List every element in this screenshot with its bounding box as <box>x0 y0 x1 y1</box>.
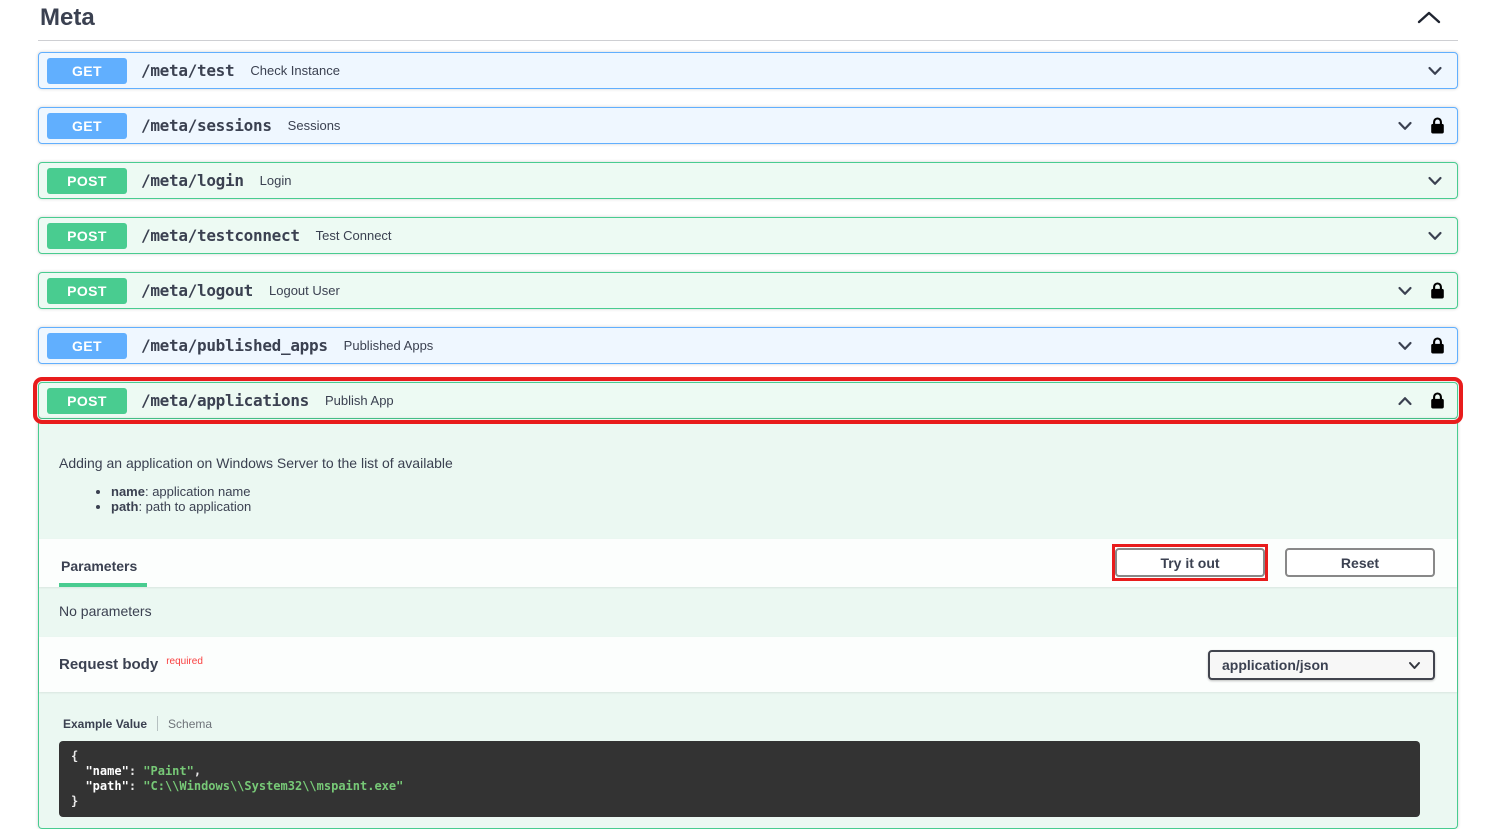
endpoint-path: /meta/sessions <box>141 116 272 135</box>
endpoint-path: /meta/applications <box>141 391 309 410</box>
chevron-down-icon[interactable] <box>1425 61 1445 81</box>
parameters-section-header: Parameters Try it out Reset <box>39 539 1457 587</box>
lock-icon[interactable] <box>1430 117 1445 134</box>
example-tabs: Example Value Schema <box>59 716 1437 731</box>
chevron-down-icon[interactable] <box>1425 171 1445 191</box>
parameters-buttons: Try it out Reset <box>1115 548 1435 577</box>
section-title[interactable]: Meta <box>38 4 95 32</box>
lock-icon[interactable] <box>1430 392 1445 409</box>
chevron-down-icon[interactable] <box>1395 281 1415 301</box>
chevron-up-icon[interactable] <box>1395 391 1415 411</box>
tab-example-value[interactable]: Example Value <box>63 717 147 731</box>
lock-icon[interactable] <box>1430 282 1445 299</box>
endpoint-path: /meta/login <box>141 171 244 190</box>
request-body-title: Request body <box>59 656 158 673</box>
description-bullet-list: name: application name path: path to app… <box>59 484 1437 514</box>
swagger-meta-section: Meta GET/meta/testCheck InstanceGET/meta… <box>0 0 1490 829</box>
endpoint-summary: Login <box>260 173 292 188</box>
description-text: Adding an application on Windows Server … <box>59 455 1437 471</box>
endpoint-summary: Check Instance <box>250 63 340 78</box>
endpoint-path: /meta/logout <box>141 281 253 300</box>
section-collapse-button[interactable] <box>1416 10 1442 27</box>
bullet-name: name: application name <box>111 484 1437 499</box>
endpoint-row-meta-login[interactable]: POST/meta/login Login <box>38 162 1458 199</box>
endpoint-row-meta-logout[interactable]: POST/meta/logout Logout User <box>38 272 1458 309</box>
example-section: Example Value Schema { "name": "Paint", … <box>39 692 1457 817</box>
method-badge: POST <box>47 388 127 414</box>
method-badge: GET <box>47 333 127 359</box>
required-badge: required <box>166 656 203 667</box>
endpoint-list: GET/meta/test Check Instance GET/meta/sess… <box>38 52 1458 419</box>
endpoint-summary: Logout User <box>269 283 340 298</box>
try-it-out-button[interactable]: Try it out <box>1115 548 1265 577</box>
method-badge: GET <box>47 58 127 84</box>
method-badge: POST <box>47 168 127 194</box>
operation-expanded-body: Adding an application on Windows Server … <box>38 419 1458 829</box>
operation-description: Adding an application on Windows Server … <box>39 419 1457 539</box>
endpoint-row-meta-sessions[interactable]: GET/meta/sessions Sessions <box>38 107 1458 144</box>
endpoint-row-meta-applications[interactable]: POST/meta/applications Publish App <box>38 382 1458 419</box>
tab-parameters[interactable]: Parameters <box>59 558 147 587</box>
chevron-up-icon <box>1416 10 1442 27</box>
method-badge: POST <box>47 223 127 249</box>
bullet-path: path: path to application <box>111 499 1437 514</box>
tab-schema[interactable]: Schema <box>168 717 212 731</box>
example-code-block[interactable]: { "name": "Paint", "path": "C:\\Windows\… <box>59 741 1420 817</box>
chevron-down-icon <box>1408 657 1421 673</box>
method-badge: POST <box>47 278 127 304</box>
endpoint-path: /meta/testconnect <box>141 226 300 245</box>
endpoint-summary: Test Connect <box>316 228 392 243</box>
section-header: Meta <box>38 0 1458 41</box>
content-type-value: application/json <box>1222 657 1329 673</box>
no-parameters-message: No parameters <box>39 587 1457 637</box>
endpoint-row-meta-test[interactable]: GET/meta/test Check Instance <box>38 52 1458 89</box>
endpoint-summary: Sessions <box>288 118 341 133</box>
chevron-down-icon[interactable] <box>1425 226 1445 246</box>
endpoint-row-meta-testconnect[interactable]: POST/meta/testconnect Test Connect <box>38 217 1458 254</box>
endpoint-summary: Publish App <box>325 393 394 408</box>
chevron-down-icon[interactable] <box>1395 116 1415 136</box>
request-body-title-group: Request body required <box>59 656 203 674</box>
endpoint-summary: Published Apps <box>344 338 434 353</box>
endpoint-path: /meta/published_apps <box>141 336 328 355</box>
chevron-down-icon[interactable] <box>1395 336 1415 356</box>
lock-icon[interactable] <box>1430 337 1445 354</box>
reset-button[interactable]: Reset <box>1285 548 1435 577</box>
tab-divider <box>157 716 158 731</box>
method-badge: GET <box>47 113 127 139</box>
endpoint-path: /meta/test <box>141 61 234 80</box>
endpoint-row-meta-published_apps[interactable]: GET/meta/published_apps Published Apps <box>38 327 1458 364</box>
request-body-section-header: Request body required application/json <box>39 637 1457 692</box>
content-type-select[interactable]: application/json <box>1208 650 1435 680</box>
